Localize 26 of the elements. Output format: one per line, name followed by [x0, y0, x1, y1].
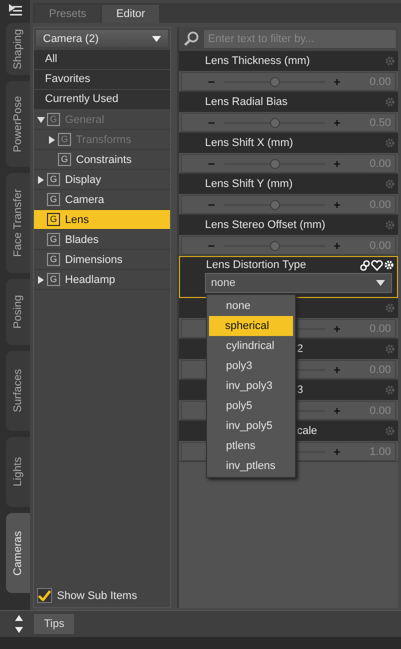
checkbox-label: Show Sub Items: [57, 590, 138, 602]
group-icon: G: [47, 173, 60, 186]
parameter-name: Lens Thickness (mm): [205, 55, 310, 67]
parameter-name: Lens Distortion Type: [206, 259, 306, 271]
group-icon: G: [47, 213, 60, 226]
parameter-name: Lens Radial Bias: [205, 96, 288, 108]
tree-label: Dimensions: [65, 254, 122, 266]
parameter-name: 2: [297, 343, 304, 355]
tree-label: Blades: [65, 234, 99, 246]
parameter-name: Lens Shift Y (mm): [205, 178, 293, 190]
group-icon: G: [47, 193, 60, 206]
parameter-name: Lens Stereo Offset (mm): [205, 219, 326, 231]
group-icon: G: [47, 253, 60, 266]
parameter-name: Lens Shift X (mm): [205, 137, 294, 149]
group-icon: G: [58, 133, 71, 146]
group-icon: G: [47, 273, 60, 286]
tree-label: Headlamp: [65, 274, 116, 286]
group-icon: G: [58, 153, 71, 166]
group-icon: G: [47, 233, 60, 246]
tree-label: Lens: [65, 214, 89, 226]
group-icon: G: [47, 113, 60, 126]
tree-label: Camera: [65, 194, 104, 206]
tree-label: Display: [65, 174, 102, 186]
parameter-name: 3: [297, 384, 304, 396]
tree-label: Constraints: [76, 154, 132, 166]
parameter-name: cale: [297, 425, 318, 437]
